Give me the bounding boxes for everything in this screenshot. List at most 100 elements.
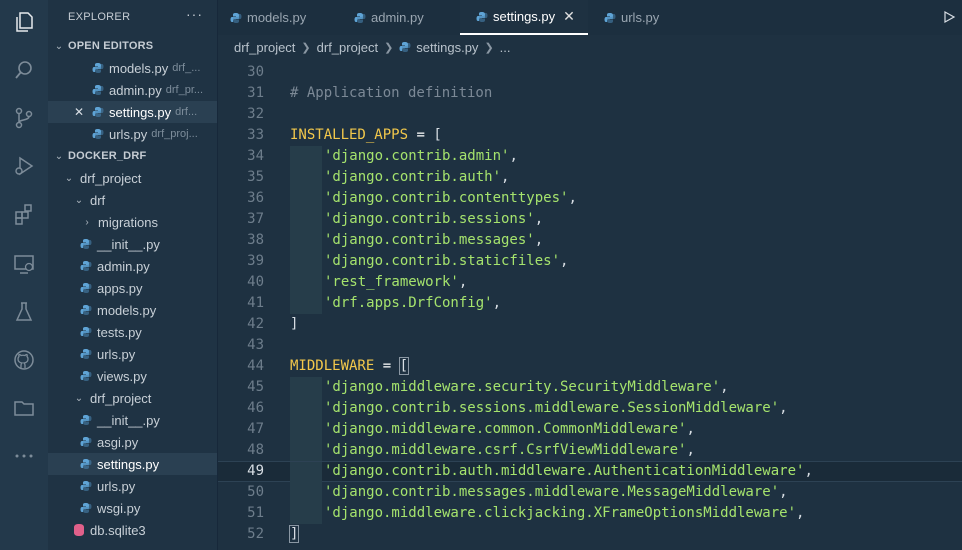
python-file-icon <box>80 481 92 491</box>
file-item[interactable]: urls.py <box>48 475 217 497</box>
files-icon[interactable] <box>10 8 38 36</box>
code-token: 'django.middleware.security.SecurityMidd… <box>324 379 721 395</box>
folder-migrations[interactable]: › migrations <box>48 211 217 233</box>
line-number: 42 <box>247 316 264 332</box>
code-token: 'django.contrib.messages' <box>324 232 535 248</box>
code-editor[interactable]: 30 31 # Application definition 32 33 INSTALLE… <box>218 62 962 550</box>
extensions-icon[interactable] <box>10 200 38 228</box>
run-play-icon[interactable] <box>942 10 956 24</box>
file-item-selected[interactable]: settings.py <box>48 453 217 475</box>
code-line[interactable]: 42] <box>218 314 962 335</box>
open-editor-item[interactable]: models.py drf_... <box>48 57 217 79</box>
code-line[interactable]: 43 <box>218 335 962 356</box>
line-number: 44 <box>247 358 264 374</box>
folder-label: migrations <box>98 214 158 230</box>
file-item[interactable]: admin.py <box>48 255 217 277</box>
file-item[interactable]: tests.py <box>48 321 217 343</box>
breadcrumb: drf_project ❯ drf_project ❯ settings.py … <box>218 35 962 59</box>
code-line[interactable]: 51 'django.middleware.clickjacking.XFrame… <box>218 503 962 524</box>
run-debug-icon[interactable] <box>10 152 38 180</box>
code-line[interactable]: 41 'drf.apps.DrfConfig', <box>218 293 962 314</box>
code-text: # Application definition <box>290 83 492 104</box>
project-section[interactable]: ⌄ DOCKER_DRF <box>48 145 217 167</box>
code-line[interactable]: 39 'django.contrib.staticfiles', <box>218 251 962 272</box>
code-line[interactable]: 49 'django.contrib.auth.middleware.Authen… <box>218 461 962 483</box>
python-file-icon <box>80 503 92 513</box>
code-line[interactable]: 40 'rest_framework', <box>218 272 962 293</box>
close-icon[interactable]: ✕ <box>74 105 92 119</box>
source-control-icon[interactable] <box>10 104 38 132</box>
more-icon[interactable] <box>10 442 38 470</box>
tab-settings[interactable]: settings.py ✕ <box>460 0 588 35</box>
python-file-icon <box>92 85 104 95</box>
code-line[interactable]: 34 'django.contrib.admin', <box>218 146 962 167</box>
code-token: = <box>374 358 400 374</box>
open-editors-section[interactable]: ⌄ OPEN EDITORS <box>48 35 217 57</box>
code-line[interactable]: 50 'django.contrib.messages.middleware.Me… <box>218 482 962 503</box>
python-file-icon <box>92 107 104 117</box>
code-token: 'django.contrib.sessions' <box>324 211 535 227</box>
code-text: MIDDLEWARE = [ <box>290 356 410 377</box>
file-item[interactable]: __init__.py <box>48 233 217 255</box>
python-file-icon <box>354 12 366 23</box>
open-editor-item-active[interactable]: ✕ settings.py drf... <box>48 101 217 123</box>
file-item[interactable]: asgi.py <box>48 431 217 453</box>
chevron-down-icon: ⌄ <box>54 150 64 162</box>
code-token: , <box>568 190 577 206</box>
file-item[interactable]: apps.py <box>48 277 217 299</box>
code-line[interactable]: 33 INSTALLED_APPS = [ <box>218 125 962 146</box>
breadcrumb-item[interactable]: drf_project <box>317 40 378 55</box>
tab-urls[interactable]: urls.py <box>604 0 694 35</box>
code-line[interactable]: 52] <box>218 524 962 545</box>
code-line[interactable]: 37 'django.contrib.sessions', <box>218 209 962 230</box>
code-line[interactable]: 44 MIDDLEWARE = [ <box>218 356 962 377</box>
indent-guide <box>290 272 322 293</box>
file-item[interactable]: views.py <box>48 365 217 387</box>
chevron-right-icon: › <box>85 216 89 228</box>
github-icon[interactable] <box>10 346 38 374</box>
remote-explorer-icon[interactable] <box>10 250 38 278</box>
code-token: [ <box>398 357 410 375</box>
code-line[interactable]: 36 'django.contrib.contenttypes', <box>218 188 962 209</box>
file-item[interactable]: __init__.py <box>48 409 217 431</box>
code-line[interactable]: 47 'django.middleware.common.CommonMiddle… <box>218 419 962 440</box>
file-item[interactable]: models.py <box>48 299 217 321</box>
code-line[interactable]: 35 'django.contrib.auth', <box>218 167 962 188</box>
breadcrumb-item[interactable]: drf_project <box>234 40 295 55</box>
python-file-icon <box>80 437 92 447</box>
indent-guide <box>290 146 322 167</box>
tab-admin[interactable]: admin.py <box>354 0 454 35</box>
code-line[interactable]: 46 'django.contrib.sessions.middleware.Se… <box>218 398 962 419</box>
folder-drf[interactable]: ⌄ drf <box>48 189 217 211</box>
folder-drf-project[interactable]: ⌄ drf_project <box>48 167 217 189</box>
code-line[interactable]: 48 'django.middleware.csrf.CsrfViewMiddle… <box>218 440 962 461</box>
code-line[interactable]: 31 # Application definition <box>218 83 962 104</box>
tab-models[interactable]: models.py <box>230 0 340 35</box>
code-token: = <box>408 127 434 143</box>
code-line[interactable]: 30 <box>218 62 962 83</box>
code-line[interactable]: 45 'django.middleware.security.SecurityMi… <box>218 377 962 398</box>
folder-icon[interactable] <box>10 394 38 422</box>
folder-inner-drf-project[interactable]: ⌄ drf_project <box>48 387 217 409</box>
breadcrumb-item[interactable]: ... <box>500 40 511 55</box>
explorer-more-button[interactable]: ··· <box>186 6 203 22</box>
code-line[interactable]: 32 <box>218 104 962 125</box>
close-icon[interactable]: ✕ <box>563 8 575 25</box>
folder-label: drf <box>90 192 106 208</box>
open-editor-item[interactable]: admin.py drf_pr... <box>48 79 217 101</box>
open-editor-item[interactable]: urls.py drf_proj... <box>48 123 217 145</box>
file-name: apps.py <box>97 280 143 296</box>
code-line[interactable]: 38 'django.contrib.messages', <box>218 230 962 251</box>
code-text: 'django.contrib.staticfiles', <box>324 251 568 272</box>
breadcrumb-item[interactable]: settings.py <box>416 40 478 55</box>
search-icon[interactable] <box>10 56 38 84</box>
python-file-icon <box>80 305 92 315</box>
indent-guide <box>290 482 322 503</box>
file-item[interactable]: wsgi.py <box>48 497 217 519</box>
testing-flask-icon[interactable] <box>10 298 38 326</box>
file-item[interactable]: db.sqlite3 <box>48 519 217 541</box>
code-token: , <box>779 484 788 500</box>
python-file-icon <box>80 327 92 337</box>
tab-label: settings.py <box>493 9 556 24</box>
file-item[interactable]: urls.py <box>48 343 217 365</box>
